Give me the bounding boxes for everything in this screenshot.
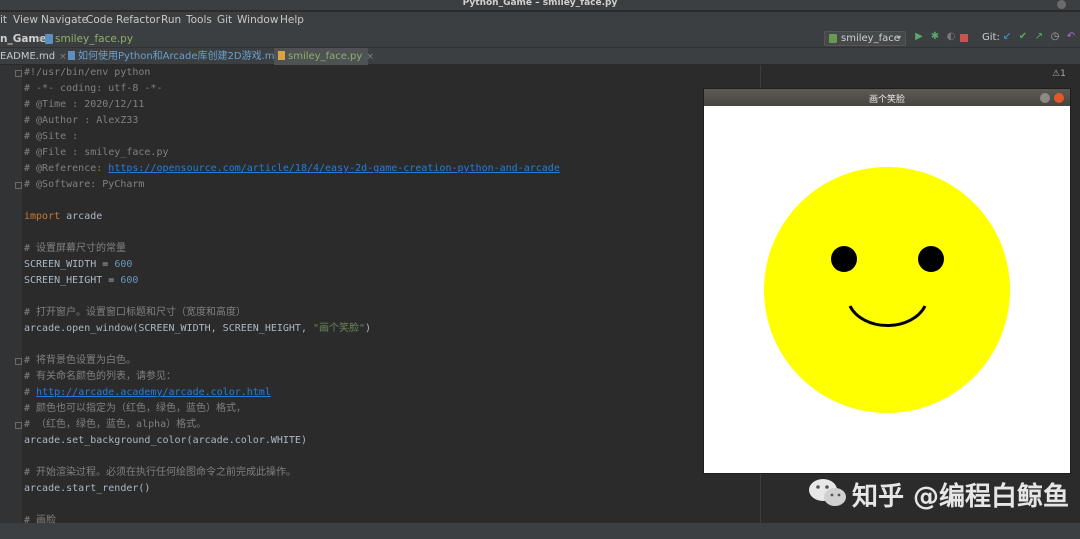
code-line: #!/usr/bin/env python bbox=[24, 67, 151, 78]
game-canvas bbox=[704, 106, 1070, 473]
code-line: import arcade bbox=[24, 209, 102, 225]
code-line: # 打开窗户。设置窗口标题和尺寸（宽度和高度） bbox=[24, 307, 247, 318]
code-line: SCREEN_WIDTH = 600 bbox=[24, 257, 132, 273]
run-icon[interactable]: ▶ bbox=[914, 32, 924, 42]
game-window-title: 画个笑脸 bbox=[868, 95, 905, 105]
watermark-text: 知乎 @编程白鲸鱼 bbox=[852, 482, 1070, 512]
run-config-select[interactable]: smiley_face ▾ bbox=[824, 31, 906, 46]
code-line: # 有关命名颜色的列表，请参见： bbox=[24, 371, 177, 382]
window-titlebar: Python_Game – smiley_face.py bbox=[0, 0, 1080, 10]
code-text: SCREEN_WIDTH = bbox=[24, 259, 115, 270]
code-line: # 设置屏幕尺寸的常量 bbox=[24, 243, 127, 254]
run-config-label: smiley_face bbox=[841, 33, 900, 44]
menu-edit[interactable]: it bbox=[0, 14, 7, 26]
code-line: # http://arcade.academy/arcade.color.htm… bbox=[24, 385, 271, 401]
code-line: # 画脸 bbox=[24, 515, 57, 523]
git-history-icon[interactable]: ◷ bbox=[1050, 32, 1060, 42]
code-line: arcade.open_window(SCREEN_WIDTH, SCREEN_… bbox=[24, 321, 371, 337]
status-bar bbox=[0, 523, 1080, 539]
breadcrumb-file[interactable]: smiley_face.py bbox=[55, 33, 133, 45]
code-line: # @File : smiley_face.py bbox=[24, 147, 169, 158]
code-line: # 开始渲染过程。必须在执行任何绘图命令之前完成此操作。 bbox=[24, 467, 297, 478]
coverage-icon[interactable]: ◐ bbox=[946, 32, 956, 42]
git-label: Git: bbox=[982, 32, 1000, 43]
menu-code[interactable]: Code bbox=[86, 14, 113, 26]
right-eye bbox=[918, 246, 944, 272]
left-eye bbox=[831, 246, 857, 272]
code-keyword: import bbox=[24, 211, 61, 222]
tab-smiley-face[interactable]: smiley_face.py × bbox=[274, 48, 374, 65]
code-comment: # @Reference: bbox=[24, 163, 109, 174]
python-run-icon bbox=[829, 34, 837, 43]
menu-run[interactable]: Run bbox=[161, 14, 181, 26]
code-line: SCREEN_HEIGHT = 600 bbox=[24, 273, 138, 289]
code-number: 600 bbox=[114, 259, 133, 270]
markdown-file-icon bbox=[68, 51, 75, 60]
code-line: # @Reference: https://opensource.com/art… bbox=[24, 161, 560, 177]
fold-icon[interactable] bbox=[15, 422, 22, 429]
game-window-titlebar[interactable]: 画个笑脸 bbox=[704, 89, 1070, 106]
git-rollback-icon[interactable]: ↶ bbox=[1066, 32, 1076, 42]
fold-icon[interactable] bbox=[15, 182, 22, 189]
code-line: # @Site : bbox=[24, 131, 79, 142]
code-line: # 颜色也可以指定为（红色，绿色，蓝色）格式， bbox=[24, 403, 247, 414]
code-text: arcade bbox=[60, 211, 103, 222]
stop-icon[interactable] bbox=[960, 34, 968, 42]
code-number: 600 bbox=[120, 275, 139, 286]
code-line: arcade.set_background_color(arcade.color… bbox=[24, 435, 307, 446]
close-icon[interactable] bbox=[1054, 93, 1064, 103]
window-close-icon[interactable] bbox=[1057, 0, 1066, 9]
menu-refactor[interactable]: Refactor bbox=[116, 14, 160, 26]
code-text: ) bbox=[365, 323, 372, 334]
fold-icon[interactable] bbox=[15, 70, 22, 77]
game-window[interactable]: 画个笑脸 bbox=[703, 88, 1071, 474]
code-link[interactable]: http://arcade.academy/arcade.color.html bbox=[36, 387, 271, 398]
code-text: arcade.open_window(SCREEN_WIDTH, SCREEN_… bbox=[24, 323, 313, 334]
smiley-face bbox=[764, 167, 1010, 413]
menu-help[interactable]: Help bbox=[280, 14, 304, 26]
close-icon[interactable]: × bbox=[59, 52, 67, 62]
code-string: "画个笑脸" bbox=[312, 323, 366, 334]
code-line: # @Software: PyCharm bbox=[24, 179, 145, 190]
breadcrumb-separator: › bbox=[38, 33, 43, 45]
python-file-icon bbox=[278, 51, 285, 60]
editor-gutter bbox=[0, 65, 22, 523]
chevron-down-icon: ▾ bbox=[896, 33, 901, 42]
git-update-icon[interactable]: ↙ bbox=[1002, 32, 1012, 42]
git-commit-icon[interactable]: ✔ bbox=[1018, 32, 1028, 42]
tab-label: 如何使用Python和Arcade库创建2D游戏.md bbox=[78, 51, 281, 62]
debug-icon[interactable]: ✱ bbox=[930, 32, 940, 42]
code-line: # 将背景色设置为白色。 bbox=[24, 355, 137, 366]
code-link[interactable]: https://opensource.com/article/18/4/easy… bbox=[108, 163, 560, 174]
git-push-icon[interactable]: ↗ bbox=[1034, 32, 1044, 42]
code-line: # -*- coding: utf-8 -*- bbox=[24, 83, 163, 94]
editor-tab-bar: EADME.md× 如何使用Python和Arcade库创建2D游戏.md× s… bbox=[0, 48, 1080, 65]
tab-label: smiley_face.py bbox=[288, 51, 363, 62]
tab-label: EADME.md bbox=[0, 51, 56, 62]
python-file-icon bbox=[45, 34, 53, 44]
tab-arcade-article[interactable]: 如何使用Python和Arcade库创建2D游戏.md× bbox=[68, 48, 292, 65]
code-editor[interactable]: #!/usr/bin/env python # -*- coding: utf-… bbox=[0, 65, 760, 523]
close-icon[interactable]: × bbox=[366, 52, 374, 62]
menu-bar: it View Navigate Code Refactor Run Tools… bbox=[0, 12, 1080, 30]
minimize-icon[interactable] bbox=[1040, 93, 1050, 103]
menu-navigate[interactable]: Navigate bbox=[41, 14, 88, 26]
menu-tools[interactable]: Tools bbox=[186, 14, 212, 26]
code-line: # @Author : AlexZ33 bbox=[24, 115, 139, 126]
code-text: SCREEN_HEIGHT = bbox=[24, 275, 121, 286]
code-line: arcade.start_render() bbox=[24, 483, 151, 494]
wechat-icon bbox=[809, 479, 846, 506]
code-comment: # bbox=[24, 387, 37, 398]
tab-readme[interactable]: EADME.md × bbox=[0, 48, 67, 65]
fold-icon[interactable] bbox=[15, 358, 22, 365]
menu-window[interactable]: Window bbox=[237, 14, 278, 26]
inspection-warnings[interactable]: ⚠1 bbox=[1052, 69, 1066, 79]
code-line: # @Time : 2020/12/11 bbox=[24, 99, 145, 110]
menu-git[interactable]: Git bbox=[217, 14, 232, 26]
window-title: Python_Game – smiley_face.py bbox=[462, 0, 618, 8]
menu-view[interactable]: View bbox=[13, 14, 38, 26]
code-line: # （红色，绿色，蓝色，alpha）格式。 bbox=[24, 419, 207, 430]
